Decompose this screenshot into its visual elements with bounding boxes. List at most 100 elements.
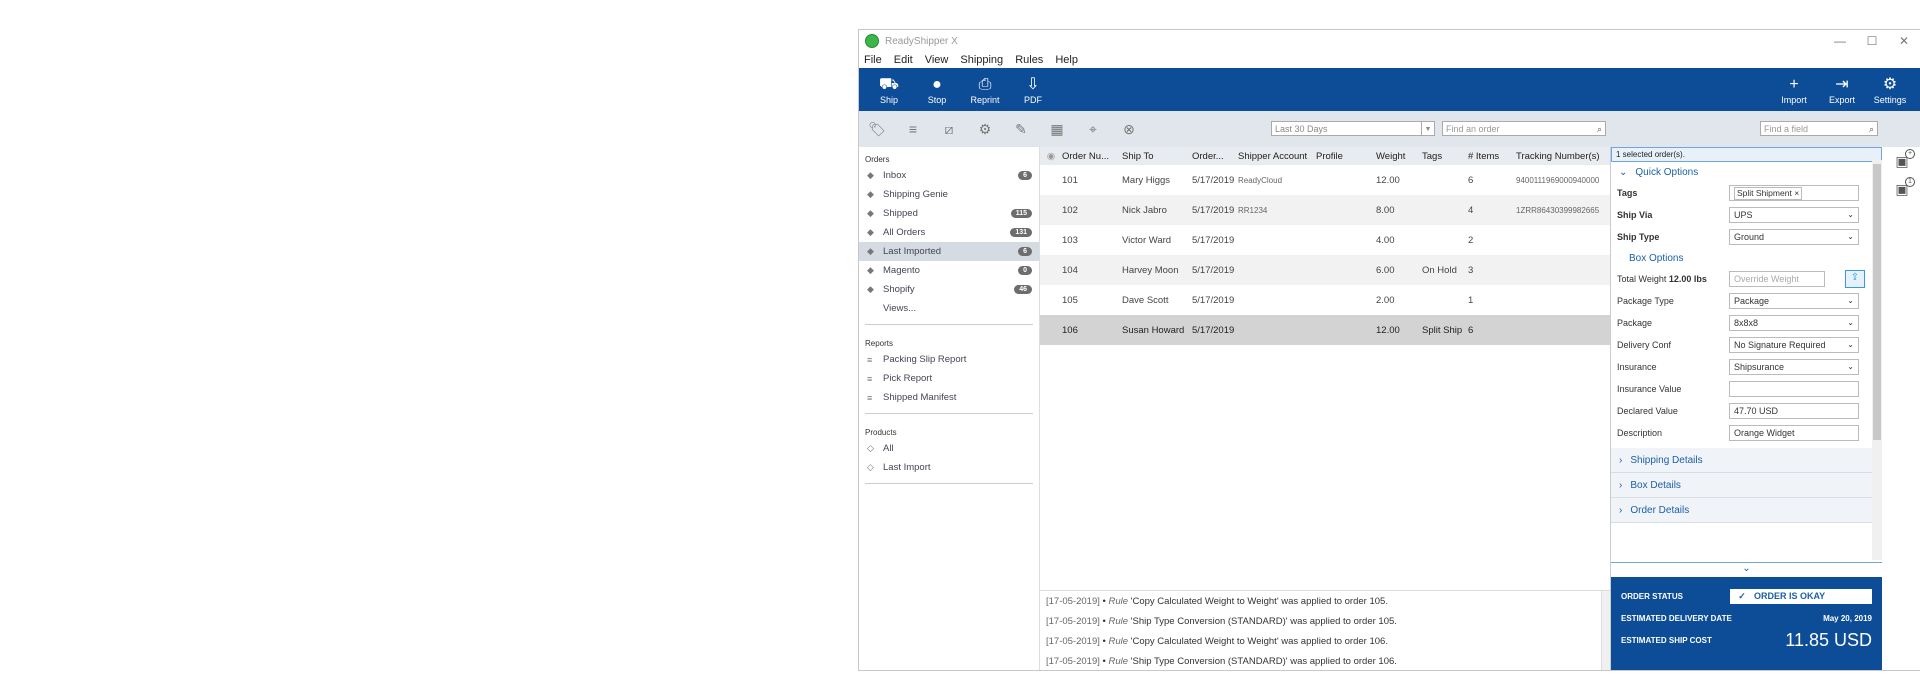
cloud-upload-icon[interactable]: ⇪ [1845,270,1865,288]
table-row-selected[interactable]: 106 Susan Howard 5/17/2019 12.00 Split S… [1040,315,1614,345]
insurance-value-input[interactable] [1729,381,1859,397]
order-number: 106 [1062,324,1078,336]
ship-to: Harvey Moon [1122,264,1179,276]
shipping-details-toggle[interactable]: › Shipping Details [1611,448,1882,473]
package-type-select[interactable]: Package ⌄ [1729,293,1859,309]
table-row[interactable]: 103 Victor Ward 5/17/2019 4.00 2 [1040,225,1614,255]
order-date: 5/17/2019 [1192,264,1235,276]
table-row[interactable]: 105 Dave Scott 5/17/2019 2.00 1 [1040,285,1614,315]
calculator-icon[interactable]: ▦ [1039,121,1075,138]
sidebar-item-inbox[interactable]: ◆ Inbox 6 [859,166,1039,185]
sidebar-item-label: Shipping Genie [883,189,948,200]
sidebar-item-shipped-manifest[interactable]: ≡ Shipped Manifest [859,388,1039,407]
menu-shipping[interactable]: Shipping [960,54,1003,66]
sidebar-item-shipped[interactable]: ◆ Shipped 115 [859,204,1039,223]
side-actions: ▣ + ▣ 1 [1885,147,1919,670]
stop-button[interactable]: ● Stop [913,75,961,105]
table-row[interactable]: 102 Nick Jabro 5/17/2019 RR1234 8.00 4 1… [1040,195,1614,225]
column-header-tracking[interactable]: Tracking Number(s) [1516,151,1614,162]
printer-icon: ⎙ [978,75,992,93]
column-header-profile[interactable]: Profile [1316,151,1376,162]
app-title: ReadyShipper X [885,35,958,47]
magic-wand-icon[interactable]: ✎ [1003,121,1039,138]
maximize-button[interactable]: ☐ [1856,34,1888,48]
close-button[interactable]: ✕ [1888,34,1920,48]
panel-scrollbar[interactable] [1872,160,1882,560]
column-header-order-date[interactable]: Order... [1192,151,1238,162]
override-weight-input[interactable]: Override Weight [1729,271,1825,287]
table-row[interactable]: 101 Mary Higgs 5/17/2019 ReadyCloud 12.0… [1040,165,1614,195]
column-header-ship-to[interactable]: Ship To [1122,151,1192,162]
field-search-input[interactable]: Find a field ⌕ [1760,121,1878,136]
sidebar-item-all-orders[interactable]: ◆ All Orders 131 [859,223,1039,242]
scrollbar-thumb[interactable] [1873,164,1881,440]
date-range-select[interactable]: Last 30 Days ▼ [1271,121,1435,136]
order-search-input[interactable]: Find an order ⌕ [1442,121,1606,136]
count-badge: 6 [1018,171,1032,180]
settings-button[interactable]: ⚙ Settings [1866,75,1914,105]
reprint-button[interactable]: ⎙ Reprint [961,75,1009,105]
tags-field[interactable]: Split Shipment × [1729,185,1859,201]
ship-type-select[interactable]: Ground ⌄ [1729,229,1859,245]
sidebar-item-magento[interactable]: ◆ Magento 0 [859,261,1039,280]
delivery-conf-select[interactable]: No Signature Required ⌄ [1729,337,1859,353]
column-header-weight[interactable]: Weight [1376,151,1422,162]
untag-icon[interactable]: ⧄ [931,121,967,138]
sidebar-item-pick-report[interactable]: ≡ Pick Report [859,369,1039,388]
description-input[interactable]: Orange Widget [1729,425,1859,441]
sidebar-item-products-all[interactable]: ◇ All [859,439,1039,458]
ship-via-select[interactable]: UPS ⌄ [1729,207,1859,223]
package-select[interactable]: 8x8x8 ⌄ [1729,315,1859,331]
import-button[interactable]: + Import [1770,75,1818,105]
tag-icon[interactable]: 🏷 [859,121,895,138]
products-section-title: Products [865,428,897,437]
crosshair-icon[interactable]: ⌖ [1075,121,1111,138]
box-options-link[interactable]: Box Options [1611,248,1882,268]
ship-label: Ship [879,94,898,105]
menu-edit[interactable]: Edit [894,54,913,66]
sidebar-item-shopify[interactable]: ◆ Shopify 46 [859,280,1039,299]
column-header-tags[interactable]: Tags [1422,151,1468,162]
menu-rules[interactable]: Rules [1015,54,1043,66]
column-header-items[interactable]: # Items [1468,151,1516,162]
table-row[interactable]: 104 Harvey Moon 5/17/2019 6.00 On Hold 3 [1040,255,1614,285]
log-line: [17-05-2019] • Rule 'Copy Calculated Wei… [1046,596,1388,607]
sidebar-item-last-imported[interactable]: ◆ Last Imported 6 [859,242,1039,261]
menu-view[interactable]: View [925,54,949,66]
expand-status-toggle[interactable]: ⌄ [1611,562,1882,577]
declared-value-input[interactable]: 47.70 USD [1729,403,1859,419]
label-printer-icon[interactable]: ▣ + [1891,149,1915,175]
sidebar-item-shipping-genie[interactable]: ◆ Shipping Genie [859,185,1039,204]
order-status-panel: ORDER STATUS ✓ ORDER IS OKAY ESTIMATED DE… [1611,577,1882,670]
column-header-order-number[interactable]: Order Nu... [1062,151,1122,162]
quick-options-toggle[interactable]: ⌄ Quick Options [1611,162,1882,182]
menu-file[interactable]: File [864,54,882,66]
rules-gear-icon[interactable]: ⚙ [967,121,1003,138]
orders-grid: ◉ Order Nu... Ship To Order... Shipper A… [1040,147,1614,442]
export-button[interactable]: ⇥ Export [1818,75,1866,105]
tag-icon: ◆ [867,170,874,180]
shipper-account: ReadyCloud [1238,175,1283,185]
app-logo-icon [865,34,879,48]
pdf-button[interactable]: ⇩ PDF [1009,75,1057,105]
minimize-button[interactable]: — [1824,34,1856,48]
sidebar-item-products-last-import[interactable]: ◇ Last Import [859,458,1039,477]
product-icon: ◇ [867,462,874,472]
sidebar-item-views[interactable]: Views... [859,299,1039,318]
batch-printer-icon[interactable]: ▣ 1 [1891,177,1915,203]
remove-tag-icon[interactable]: × [1794,188,1799,198]
menu-help[interactable]: Help [1055,54,1078,66]
list-icon[interactable]: ≡ [895,121,931,137]
insurance-select[interactable]: Shipsurance ⌄ [1729,359,1859,375]
sidebar-item-packing-slip-report[interactable]: ≡ Packing Slip Report [859,350,1039,369]
row-selector-icon[interactable]: ◉ [1040,151,1062,162]
shipper-account: RR1234 [1238,205,1268,215]
package-label: Package [1617,318,1653,328]
cancel-icon[interactable]: ⊗ [1111,121,1147,138]
order-details-toggle[interactable]: › Order Details [1611,498,1882,523]
ship-button[interactable]: ⛟ Ship [865,75,913,105]
column-header-shipper-account[interactable]: Shipper Account [1238,151,1316,162]
log-timestamp: [17-05-2019] [1046,656,1100,667]
box-details-toggle[interactable]: › Box Details [1611,473,1882,498]
settings-label: Settings [1873,94,1907,105]
